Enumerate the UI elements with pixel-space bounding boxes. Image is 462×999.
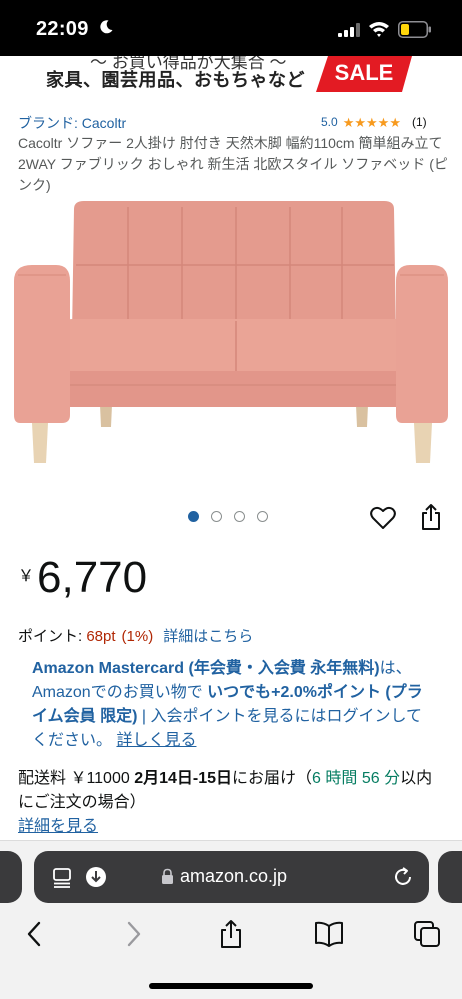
points-row: ポイント: 68pt (1%) 詳細はこちら [18, 625, 253, 646]
sale-badge: SALE [316, 56, 412, 92]
order-deadline: 6 時間 56 分 [312, 770, 401, 787]
currency-symbol: ￥ [18, 568, 35, 585]
next-tab-preview[interactable] [438, 851, 462, 903]
star-icon: ★ [342, 114, 355, 130]
price: ￥ 6,770 [18, 553, 147, 603]
banner-main-text: 家具、園芸用品、おもちゃなど [46, 70, 305, 90]
delivery-info: 配送料 ￥11000 2月14日-15日にお届け（6 時間 56 分以内にご注文… [18, 767, 448, 839]
shipping-fee: 配送料 ￥11000 [18, 770, 135, 787]
carousel-dot[interactable] [188, 511, 199, 522]
carousel-dot[interactable] [211, 511, 222, 522]
status-time: 22:09 [36, 18, 89, 40]
star-icon: ★ [389, 114, 401, 130]
back-icon[interactable] [20, 919, 50, 949]
sale-label: SALE [335, 60, 394, 85]
battery-icon [398, 21, 431, 38]
home-indicator [149, 983, 313, 989]
moon-icon [100, 20, 113, 34]
status-bar: 22:09 [0, 0, 462, 56]
tabs-icon[interactable] [412, 919, 442, 949]
delivery-date: 2月14日-15日 [134, 770, 233, 787]
product-title: Cacoltr ソファー 2人掛け 肘付き 天然木脚 幅約110cm 簡単組み立… [18, 135, 448, 193]
lock-icon [162, 868, 173, 884]
previous-tab-preview[interactable] [0, 851, 22, 903]
star-icon: ★ [366, 114, 378, 130]
image-carousel-dots[interactable] [188, 511, 268, 522]
star-icon: ★ [377, 114, 390, 130]
browser-toolbar [0, 911, 462, 961]
rating-count: (1) [411, 115, 427, 129]
price-value: 6,770 [37, 553, 148, 602]
forward-icon[interactable] [118, 919, 148, 949]
carousel-dot[interactable] [234, 511, 245, 522]
delivery-details-link[interactable]: 詳細を見る [18, 818, 98, 835]
points-percent: (1%) [121, 628, 154, 645]
cellular-signal-icon [338, 23, 360, 37]
download-icon[interactable] [85, 866, 107, 888]
points-value: 68pt [86, 628, 116, 645]
promo-card-name: Amazon Mastercard (年会費・入会費 永年無料) [32, 660, 380, 677]
share-icon[interactable] [216, 919, 246, 949]
points-label: ポイント: [18, 628, 87, 645]
reload-icon[interactable] [392, 866, 414, 888]
share-icon[interactable] [420, 503, 442, 531]
points-details-link[interactable]: 詳細はこちら [163, 628, 253, 645]
sale-banner[interactable]: 〜 お買い得品が大集合 〜 家具、園芸用品、おもちゃなど SALE [0, 56, 462, 100]
rating[interactable]: 5.0 ★ ★ ★ ★ ★ (1) [321, 115, 427, 129]
promo-details-link[interactable]: 詳しく見る [116, 732, 196, 749]
rating-value: 5.0 [321, 115, 338, 129]
product-image[interactable] [0, 195, 462, 485]
address-bar[interactable]: amazon.co.jp [34, 851, 429, 903]
brand-link[interactable]: ブランド: Cacoltr [18, 113, 126, 133]
rating-stars: ★ ★ ★ ★ ★ [343, 116, 401, 129]
bookmarks-icon[interactable] [314, 919, 344, 949]
delivery-arrive: にお届け（ [232, 770, 313, 787]
browser-chrome: amazon.co.jp [0, 840, 462, 999]
star-icon: ★ [354, 114, 366, 130]
wifi-icon [369, 22, 389, 37]
reader-mode-icon[interactable] [52, 866, 74, 888]
heart-icon[interactable] [370, 506, 396, 530]
mastercard-promo[interactable]: Amazon Mastercard (年会費・入会費 永年無料)は、Amazon… [32, 657, 432, 753]
url-text[interactable]: amazon.co.jp [180, 866, 287, 887]
carousel-dot[interactable] [257, 511, 268, 522]
